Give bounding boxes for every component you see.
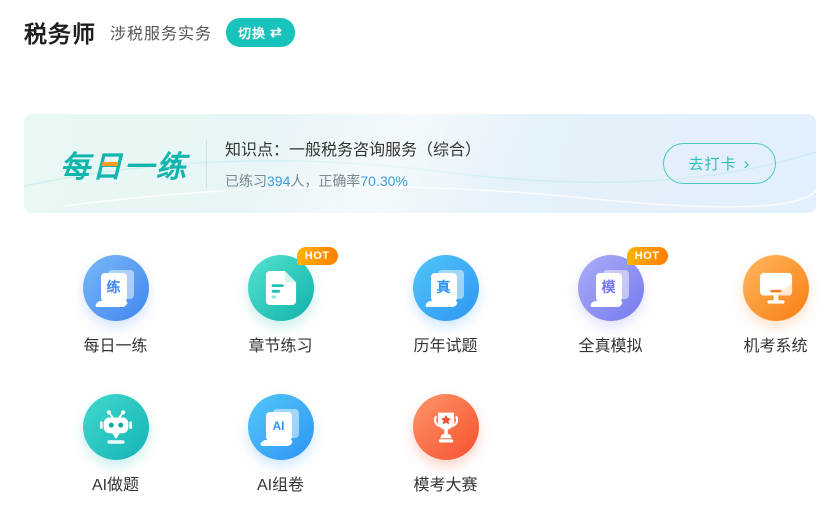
grid-item-label: 全真模拟 (578, 332, 642, 356)
grid-item-label: 每日一练 (83, 332, 147, 356)
exam-subject: 涉税服务实务 (110, 20, 212, 44)
banner-divider (206, 140, 207, 188)
computer-icon (743, 255, 809, 321)
check-in-button[interactable]: 去打卡 › (663, 143, 776, 184)
feature-grid: 练 每日一练 HOT 章节练习 真 历年试 (0, 255, 840, 495)
grid-item-label: 历年试题 (413, 332, 477, 356)
check-in-label: 去打卡 (689, 153, 737, 174)
stats-prefix: 已练习 (225, 173, 267, 189)
banner-title-wrap: 每日一练 (60, 142, 188, 186)
scroll-ai-icon: AI (248, 394, 314, 460)
daily-practice-logo: 每日一练 (60, 151, 188, 184)
chevron-right-icon: › (744, 155, 751, 172)
accuracy-rate: 70.30% (360, 173, 407, 189)
banner-info: 知识点：一般税务咨询服务（综合） 已练习394人，正确率70.30% (225, 136, 481, 191)
exam-title: 税务师 (24, 15, 96, 49)
grid-item-ai-paper-builder[interactable]: AI AI组卷 (198, 394, 363, 495)
daily-practice-banner: 每日一练 知识点：一般税务咨询服务（综合） 已练习394人，正确率70.30% … (24, 114, 816, 213)
scroll-real-exam-icon: 真 (413, 255, 479, 321)
grid-item-mock-exam-contest[interactable]: 模考大赛 (363, 394, 528, 495)
stats-middle: 人，正确率 (290, 173, 360, 189)
grid-item-past-exams[interactable]: 真 历年试题 (363, 255, 528, 356)
grid-item-full-mock[interactable]: 模 HOT 全真模拟 (528, 255, 693, 356)
practiced-count: 394 (267, 173, 290, 189)
knowledge-point-text: 知识点：一般税务咨询服务（综合） (225, 136, 481, 160)
grid-item-ai-practice[interactable]: AI做题 (33, 394, 198, 495)
hot-badge: HOT (627, 247, 668, 265)
practice-stats: 已练习394人，正确率70.30% (225, 171, 481, 191)
grid-item-label: 机考系统 (743, 332, 807, 356)
trophy-icon (413, 394, 479, 460)
grid-item-label: 模考大赛 (413, 471, 477, 495)
grid-item-label: 章节练习 (248, 332, 312, 356)
switch-subject-button[interactable]: 切换 ⇄ (226, 18, 295, 47)
hot-badge: HOT (297, 247, 338, 265)
scroll-practice-icon: 练 (83, 255, 149, 321)
title-orange-accent (102, 162, 119, 166)
grid-item-label: AI组卷 (257, 471, 304, 495)
robot-icon (83, 394, 149, 460)
grid-item-daily-practice[interactable]: 练 每日一练 (33, 255, 198, 356)
switch-label: 切换 (238, 23, 266, 42)
grid-item-chapter-practice[interactable]: HOT 章节练习 (198, 255, 363, 356)
swap-arrows-icon: ⇄ (270, 24, 283, 41)
page-header: 税务师 涉税服务实务 切换 ⇄ (0, 0, 840, 48)
grid-item-label: AI做题 (92, 471, 139, 495)
grid-item-computer-exam-system[interactable]: 机考系统 (693, 255, 840, 356)
